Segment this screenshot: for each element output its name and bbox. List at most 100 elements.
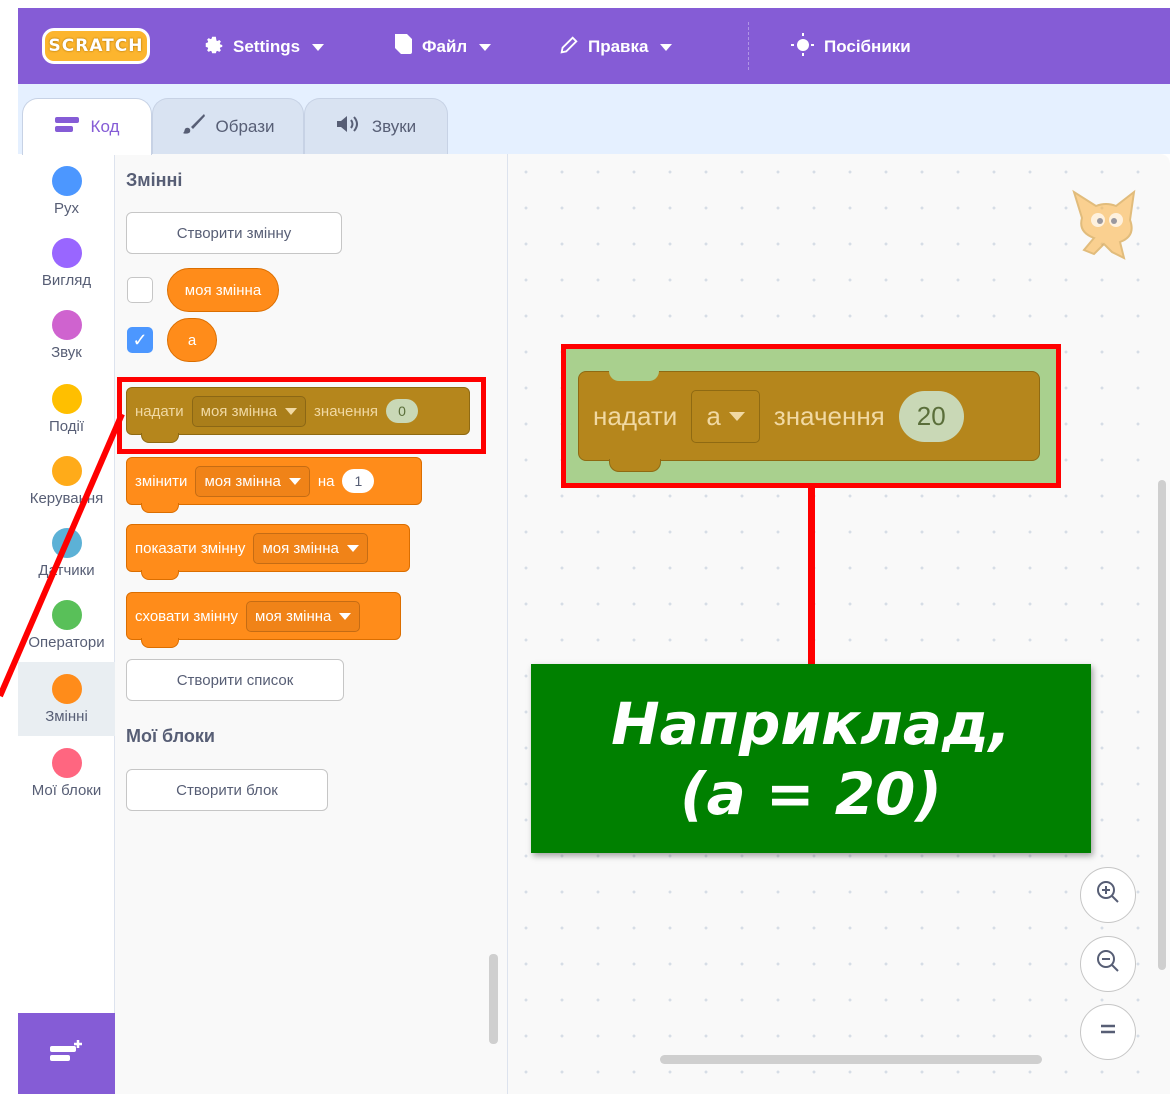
variable-dropdown[interactable]: моя змінна	[195, 465, 310, 497]
looks-dot-icon	[51, 238, 82, 268]
block-notch-top	[609, 371, 659, 381]
myblocks-section-title: Мої блоки	[126, 726, 215, 746]
category-variables[interactable]: Змінні	[18, 662, 115, 736]
dropdown-value: a	[706, 400, 721, 431]
change-variable-block[interactable]: змінити моя змінна на 1	[126, 457, 422, 513]
palette-scrollbar[interactable]	[489, 954, 498, 1044]
hide-variable-block[interactable]: сховати змінну моя змінна	[126, 592, 401, 648]
checkmark-icon: ✓	[132, 330, 148, 350]
chevron-down-icon	[339, 612, 352, 620]
variables-dot-icon	[51, 674, 82, 704]
sound-dot-icon	[51, 310, 82, 340]
brush-icon	[182, 113, 206, 140]
zoom-out-icon	[1094, 947, 1122, 982]
add-extension-icon	[49, 1038, 84, 1069]
chevron-down-icon	[660, 43, 673, 51]
make-list-button[interactable]: Створити список	[126, 659, 344, 701]
tab-sounds-label: Звуки	[371, 116, 417, 136]
sensing-dot-icon	[51, 528, 82, 558]
block-text: сховати змінну	[135, 607, 238, 625]
tutorials-label: Посібники	[824, 37, 911, 56]
block-notch-bottom	[609, 459, 661, 472]
category-myblocks[interactable]: Мої блоки	[18, 736, 115, 810]
pencil-icon	[558, 34, 580, 61]
events-dot-icon	[51, 384, 82, 414]
menu-bar: SCRATCH Settings Файл Правка Посібники	[18, 8, 1170, 84]
file-icon	[392, 33, 414, 62]
block-notch	[141, 503, 179, 513]
category-looks[interactable]: Вигляд	[18, 226, 115, 300]
category-sound[interactable]: Звук	[18, 298, 115, 372]
block-notch	[141, 638, 179, 648]
example-callout: Наприклад, (a = 20)	[531, 664, 1091, 853]
value-input[interactable]: 1	[342, 469, 375, 493]
tab-costumes-label: Образи	[215, 116, 275, 136]
make-variable-button[interactable]: Створити змінну	[126, 212, 342, 254]
a-variable-reporter[interactable]: a	[167, 318, 217, 362]
zoom-in-icon	[1094, 878, 1122, 913]
code-workspace[interactable]	[508, 154, 1170, 1094]
block-text: змінити	[135, 472, 188, 490]
tutorials-menu[interactable]: Посібники	[790, 32, 911, 63]
chevron-down-icon	[728, 411, 745, 421]
category-label: Оператори	[28, 634, 105, 651]
dropdown-value: моя змінна	[204, 472, 281, 490]
workspace-scrollbar-horizontal[interactable]	[660, 1055, 1042, 1064]
value-input[interactable]: 20	[898, 390, 964, 442]
block-notch	[141, 570, 179, 580]
scratch-logo[interactable]: SCRATCH	[42, 28, 150, 64]
variable-dropdown[interactable]: моя змінна	[246, 600, 361, 632]
control-dot-icon	[51, 456, 82, 486]
dropdown-value: моя змінна	[262, 539, 339, 557]
palette-highlight-frame	[117, 377, 486, 454]
block-text: показати змінну	[135, 539, 246, 557]
motion-dot-icon	[51, 166, 82, 196]
edit-menu[interactable]: Правка	[558, 34, 673, 61]
my-variable-checkbox[interactable]	[127, 277, 153, 303]
zoom-out-button[interactable]	[1080, 936, 1136, 992]
category-label: Керування	[29, 490, 104, 507]
category-label: Звук	[51, 344, 82, 361]
variable-dropdown[interactable]: a	[691, 389, 760, 443]
menu-divider	[748, 22, 750, 70]
zoom-reset-button[interactable]	[1080, 1004, 1136, 1060]
category-label: Рух	[53, 200, 79, 217]
my-variable-reporter[interactable]: моя змінна	[167, 268, 279, 312]
show-variable-block[interactable]: показати змінну моя змінна	[126, 524, 410, 580]
example-line-2: (a = 20)	[680, 759, 942, 828]
editor-tabs: Код Образи Звуки	[18, 84, 1170, 155]
category-label: Мої блоки	[31, 782, 102, 799]
category-control[interactable]: Керування	[18, 444, 115, 518]
category-label: Події	[48, 418, 85, 435]
chevron-down-icon	[312, 43, 325, 51]
zoom-in-button[interactable]	[1080, 867, 1136, 923]
add-extension-button[interactable]	[18, 1013, 115, 1094]
tab-costumes[interactable]: Образи	[152, 98, 304, 154]
tab-code-label: Код	[90, 117, 120, 136]
workspace-scrollbar-vertical[interactable]	[1158, 480, 1166, 970]
myblocks-dot-icon	[51, 748, 82, 778]
chevron-down-icon	[288, 477, 301, 485]
category-events[interactable]: Події	[18, 372, 115, 446]
operators-dot-icon	[51, 600, 82, 630]
settings-label: Settings	[233, 37, 301, 56]
category-motion[interactable]: Рух	[18, 154, 115, 228]
chevron-down-icon	[346, 544, 359, 552]
set-a-block[interactable]: надати a значення 20	[578, 371, 1040, 472]
block-text: значення	[773, 400, 885, 431]
category-label: Змінні	[45, 708, 88, 725]
block-palette: Змінні Створити змінну моя змінна ✓ a на…	[115, 154, 508, 1094]
example-line-1: Наприклад,	[611, 689, 1011, 758]
file-menu[interactable]: Файл	[392, 33, 492, 62]
settings-menu[interactable]: Settings	[203, 34, 325, 60]
block-text: надати	[593, 400, 678, 431]
variable-dropdown[interactable]: моя змінна	[253, 532, 368, 564]
chevron-down-icon	[479, 43, 492, 51]
tab-sounds[interactable]: Звуки	[304, 98, 448, 154]
lightbulb-icon	[790, 32, 816, 63]
tab-code[interactable]: Код	[22, 98, 152, 155]
a-variable-checkbox[interactable]: ✓	[127, 327, 153, 353]
category-sensing[interactable]: Датчики	[18, 516, 115, 590]
make-block-button[interactable]: Створити блок	[126, 769, 328, 811]
category-operators[interactable]: Оператори	[18, 588, 115, 662]
